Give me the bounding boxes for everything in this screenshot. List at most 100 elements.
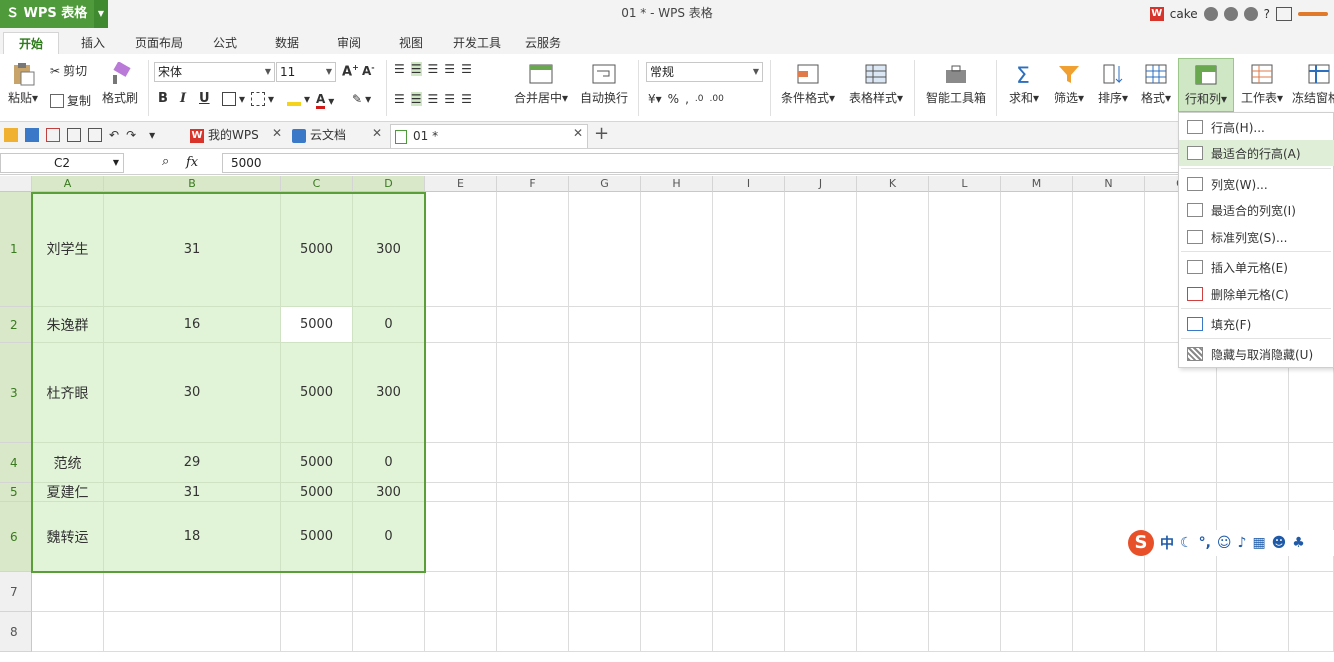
sum-button[interactable]: Σ 求和▾	[1004, 62, 1044, 106]
format-painter-button[interactable]: 格式刷	[100, 62, 140, 106]
justify-icon[interactable]: ☰	[444, 92, 455, 106]
cell-e8[interactable]	[425, 612, 497, 652]
new-tab-icon[interactable]: +	[594, 123, 609, 144]
menu-item-delete-cell[interactable]: 删除单元格(C)	[1179, 281, 1334, 307]
cell-h8[interactable]	[641, 612, 713, 652]
cell-d2[interactable]: 0	[353, 307, 425, 343]
currency-icon[interactable]: ¥▾	[648, 92, 662, 106]
format-button[interactable]: 格式▾	[1136, 62, 1176, 106]
cell-g3[interactable]	[569, 343, 641, 443]
paste-button[interactable]: 粘贴▾	[4, 62, 42, 106]
col-header-n[interactable]: N	[1073, 176, 1145, 192]
close-icon[interactable]: ✕	[272, 126, 282, 140]
percent-button[interactable]: %	[668, 92, 679, 106]
distribute-icon[interactable]: ☰	[461, 92, 472, 106]
cell-a6[interactable]: 魏转运	[32, 502, 104, 572]
cell-h2[interactable]	[641, 307, 713, 343]
row-header-4[interactable]: 4	[0, 443, 32, 483]
cell-g7[interactable]	[569, 572, 641, 612]
cell-n2[interactable]	[1073, 307, 1145, 343]
cell-f8[interactable]	[497, 612, 569, 652]
cell-a1[interactable]: 刘学生	[32, 192, 104, 307]
font-name-select[interactable]: 宋体 ▼	[154, 62, 275, 82]
cell-h3[interactable]	[641, 343, 713, 443]
keyboard-icon[interactable]: ▦	[1252, 535, 1265, 551]
cell-d3[interactable]: 300	[353, 343, 425, 443]
cell-b2[interactable]: 16	[104, 307, 281, 343]
italic-button[interactable]: I	[180, 91, 186, 106]
window-control-icon[interactable]	[1298, 12, 1328, 16]
user-name[interactable]: cake	[1170, 7, 1198, 21]
col-header-h[interactable]: H	[641, 176, 713, 192]
cell-b8[interactable]	[104, 612, 281, 652]
fill-color-button[interactable]: ▾	[287, 92, 310, 106]
restore-icon[interactable]	[1276, 7, 1292, 21]
border-button[interactable]: ▾	[222, 92, 245, 106]
cell-p7[interactable]	[1217, 572, 1289, 612]
cell-f5[interactable]	[497, 483, 569, 502]
cell-m5[interactable]	[1001, 483, 1073, 502]
cell-j5[interactable]	[785, 483, 857, 502]
cell-p4[interactable]	[1289, 443, 1334, 483]
cell-h1[interactable]	[641, 192, 713, 307]
cell-d4[interactable]: 0	[353, 443, 425, 483]
tab-view[interactable]: 视图	[390, 32, 432, 54]
cell-i6[interactable]	[713, 502, 785, 572]
cell-l8[interactable]	[929, 612, 1001, 652]
voice-icon[interactable]: ♪	[1238, 535, 1247, 551]
cell-d5[interactable]: 300	[353, 483, 425, 502]
cell-l7[interactable]	[929, 572, 1001, 612]
number-format-select[interactable]: 常规 ▼	[646, 62, 763, 82]
cell-i1[interactable]	[713, 192, 785, 307]
cell-c2[interactable]: 5000	[281, 307, 353, 343]
skin-shirt-icon[interactable]: ♣	[1292, 535, 1305, 551]
row-header-8[interactable]: 8	[0, 612, 32, 652]
cell-f7[interactable]	[497, 572, 569, 612]
punctuation-icon[interactable]: °,	[1199, 535, 1211, 551]
settings-icon[interactable]	[1223, 7, 1238, 21]
cell-d7[interactable]	[353, 572, 425, 612]
cell-c5[interactable]: 5000	[281, 483, 353, 502]
cell-p4[interactable]	[1217, 443, 1289, 483]
redo-icon[interactable]: ↷	[126, 128, 136, 142]
menu-item-autofit-row-height[interactable]: 最适合的行高(A)	[1179, 140, 1334, 166]
freeze-panes-button[interactable]: 冻结窗格	[1292, 62, 1334, 106]
col-header-a[interactable]: A	[32, 176, 104, 192]
cell-h7[interactable]	[641, 572, 713, 612]
cell-l2[interactable]	[929, 307, 1001, 343]
row-col-button[interactable]: 行和列▾	[1178, 58, 1234, 112]
cell-f4[interactable]	[497, 443, 569, 483]
cell-n1[interactable]	[1073, 192, 1145, 307]
align-center-icon[interactable]: ☰	[410, 92, 422, 106]
cell-b1[interactable]: 31	[104, 192, 281, 307]
bold-button[interactable]: B	[158, 91, 168, 106]
cell-k7[interactable]	[857, 572, 929, 612]
wrap-text-button[interactable]: 自动换行	[578, 62, 630, 106]
col-header-g[interactable]: G	[569, 176, 641, 192]
cell-k1[interactable]	[857, 192, 929, 307]
menu-item-fill[interactable]: 填充(F)	[1179, 311, 1334, 337]
cell-f6[interactable]	[497, 502, 569, 572]
col-header-m[interactable]: M	[1001, 176, 1073, 192]
cell-d6[interactable]: 0	[353, 502, 425, 572]
cell-o5[interactable]	[1145, 483, 1217, 502]
cell-h4[interactable]	[641, 443, 713, 483]
menu-item-insert-cell[interactable]: 插入单元格(E)	[1179, 254, 1334, 280]
cell-g5[interactable]	[569, 483, 641, 502]
cell-n4[interactable]	[1073, 443, 1145, 483]
wps-app-button[interactable]: Ｓ WPS 表格	[0, 0, 94, 28]
increase-decimal-icon[interactable]: .0	[695, 94, 704, 104]
cell-j3[interactable]	[785, 343, 857, 443]
cell-n8[interactable]	[1073, 612, 1145, 652]
cell-o7[interactable]	[1145, 572, 1217, 612]
sogou-logo-icon[interactable]: S	[1128, 530, 1154, 556]
menu-item-autofit-col-width[interactable]: 最适合的列宽(I)	[1179, 197, 1334, 223]
cell-b3[interactable]: 30	[104, 343, 281, 443]
cell-m6[interactable]	[1001, 502, 1073, 572]
col-header-f[interactable]: F	[497, 176, 569, 192]
cell-p7[interactable]	[1289, 572, 1334, 612]
half-width-icon[interactable]: ☾	[1180, 535, 1193, 551]
customize-dropdown-icon[interactable]: ▾	[149, 128, 155, 142]
cell-j1[interactable]	[785, 192, 857, 307]
cell-k5[interactable]	[857, 483, 929, 502]
